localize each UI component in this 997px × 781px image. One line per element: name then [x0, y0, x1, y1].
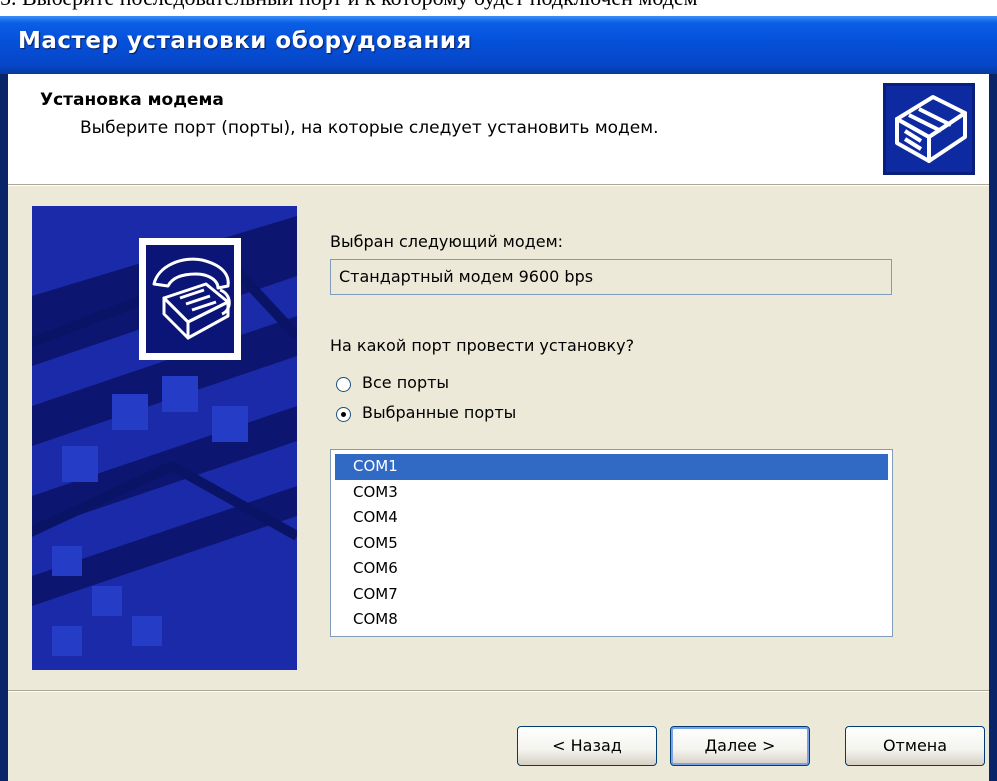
radio-all-ports-label: Все порты [362, 373, 450, 392]
document-caption: 5. Выберите последовательный порт и к ко… [0, 0, 997, 10]
modem-name-field: Стандартный модем 9600 bps [330, 259, 892, 295]
port-item[interactable]: COM4 [335, 505, 888, 531]
wizard-window: Мастер установки оборудования Установка … [0, 16, 997, 781]
wizard-header: Установка модема Выберите порт (порты), … [8, 74, 989, 185]
cancel-button[interactable]: Отмена [845, 726, 985, 766]
radio-all-ports[interactable]: Все порты [336, 373, 636, 397]
port-item[interactable]: COM3 [335, 480, 888, 506]
port-item[interactable]: COM8 [335, 607, 888, 633]
radio-button-unchecked[interactable] [336, 377, 351, 392]
port-question-label: На какой порт провести установку? [330, 336, 635, 355]
port-item[interactable]: COM5 [335, 531, 888, 557]
page-title: Установка модема [40, 90, 224, 110]
back-button[interactable]: < Назад [517, 726, 657, 766]
telephone-icon [139, 238, 241, 360]
port-item[interactable]: COM1 [335, 454, 888, 480]
window-title: Мастер установки оборудования [18, 28, 472, 54]
radio-dot-icon [341, 412, 346, 417]
port-item[interactable]: COM6 [335, 556, 888, 582]
header-divider [8, 185, 989, 186]
port-listbox[interactable]: COM1 COM3 COM4 COM5 COM6 COM7 COM8 [330, 449, 893, 637]
radio-selected-ports-label: Выбранные порты [362, 403, 517, 422]
radio-button-checked[interactable] [336, 407, 351, 422]
radio-selected-ports[interactable]: Выбранные порты [336, 403, 636, 427]
title-bar[interactable]: Мастер установки оборудования [0, 16, 997, 74]
port-item[interactable]: COM7 [335, 582, 888, 608]
telephone-wizard-art [32, 206, 297, 670]
modem-label: Выбран следующий модем: [330, 232, 564, 251]
footer-divider-highlight [8, 691, 989, 692]
wizard-body: Установка модема Выберите порт (порты), … [8, 74, 989, 781]
page-subtitle: Выберите порт (порты), на которые следуе… [80, 118, 659, 138]
modem-wizard-icon [883, 83, 975, 175]
next-button[interactable]: Далее > [670, 726, 810, 766]
